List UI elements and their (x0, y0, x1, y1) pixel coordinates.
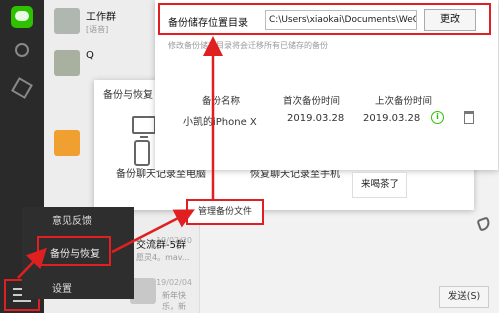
arrow-menu-to-backup (17, 247, 47, 279)
annotation-arrows (17, 36, 223, 279)
arrow-backup-to-manage (111, 209, 195, 254)
